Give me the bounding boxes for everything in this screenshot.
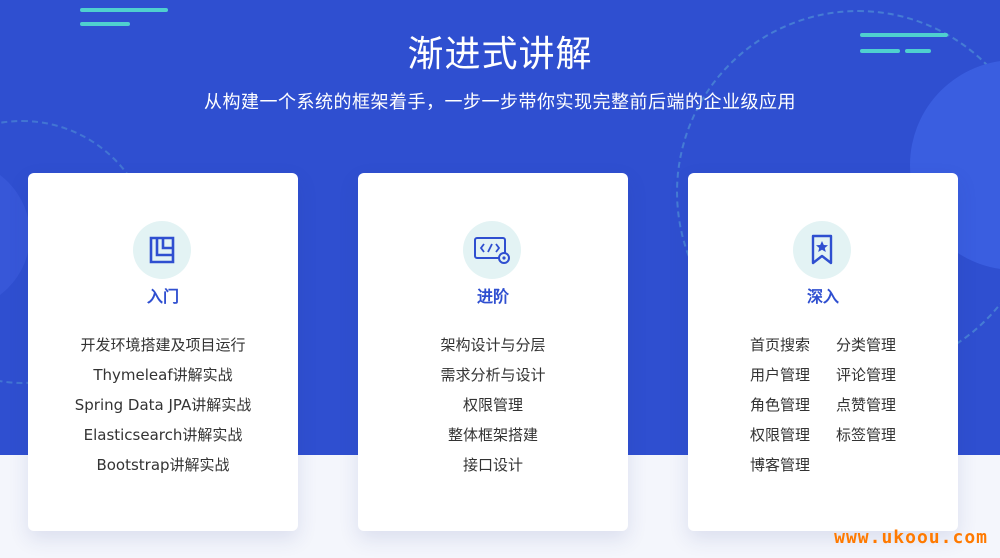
list-item: 整体框架搭建 (447, 426, 538, 444)
topic-list: 架构设计与分层 需求分析与设计 权限管理 整体框架搭建 接口设计 (358, 333, 628, 483)
list-item: Spring Data JPA讲解实战 (74, 396, 252, 414)
list-item: 标签管理 (836, 426, 897, 444)
page-title: 渐进式讲解 (407, 34, 593, 75)
list-item: Bootstrap讲解实战 (96, 456, 230, 474)
list-item: 用户管理 (750, 366, 811, 384)
card-title: 入门 (146, 287, 179, 306)
list-item: 权限管理 (750, 426, 811, 444)
list-item: Elasticsearch讲解实战 (83, 426, 243, 444)
list-item: 博客管理 (750, 456, 811, 474)
page: 渐进式讲解 从构建一个系统的框架着手，一步一步带你实现完整前后端的企业级应用 入… (0, 0, 1000, 558)
layout-icon (133, 221, 191, 279)
card-title: 进阶 (476, 287, 509, 306)
card-title: 深入 (806, 287, 839, 306)
card-advanced: 深入 首页搜索 分类管理 用户管理 评论管理 角色管理 点赞管理 权限管理 标签… (688, 173, 958, 531)
watermark: www.ukoou.com (834, 527, 988, 548)
list-item: 架构设计与分层 (440, 336, 546, 354)
list-item: 角色管理 (750, 396, 811, 414)
bookmark-star-icon (793, 221, 851, 279)
list-item: 评论管理 (836, 366, 897, 384)
page-subtitle: 从构建一个系统的框架着手，一步一步带你实现完整前后端的企业级应用 (204, 92, 796, 113)
line-decoration (80, 8, 168, 12)
card-beginner: 入门 开发环境搭建及项目运行 Thymeleaf讲解实战 Spring Data… (28, 173, 298, 531)
topic-grid: 首页搜索 分类管理 用户管理 评论管理 角色管理 点赞管理 权限管理 标签管理 … (750, 333, 910, 483)
list-item: 开发环境搭建及项目运行 (80, 336, 246, 354)
list-item: 分类管理 (836, 336, 897, 354)
list-item: Thymeleaf讲解实战 (93, 366, 233, 384)
list-item: 首页搜索 (750, 336, 811, 354)
list-item: 点赞管理 (836, 396, 897, 414)
list-item: 权限管理 (462, 396, 523, 414)
topic-list: 开发环境搭建及项目运行 Thymeleaf讲解实战 Spring Data JP… (28, 333, 298, 483)
list-item: 接口设计 (462, 456, 523, 474)
card-intermediate: 进阶 架构设计与分层 需求分析与设计 权限管理 整体框架搭建 接口设计 (358, 173, 628, 531)
code-gear-icon (463, 221, 521, 279)
list-item: 需求分析与设计 (440, 366, 546, 384)
